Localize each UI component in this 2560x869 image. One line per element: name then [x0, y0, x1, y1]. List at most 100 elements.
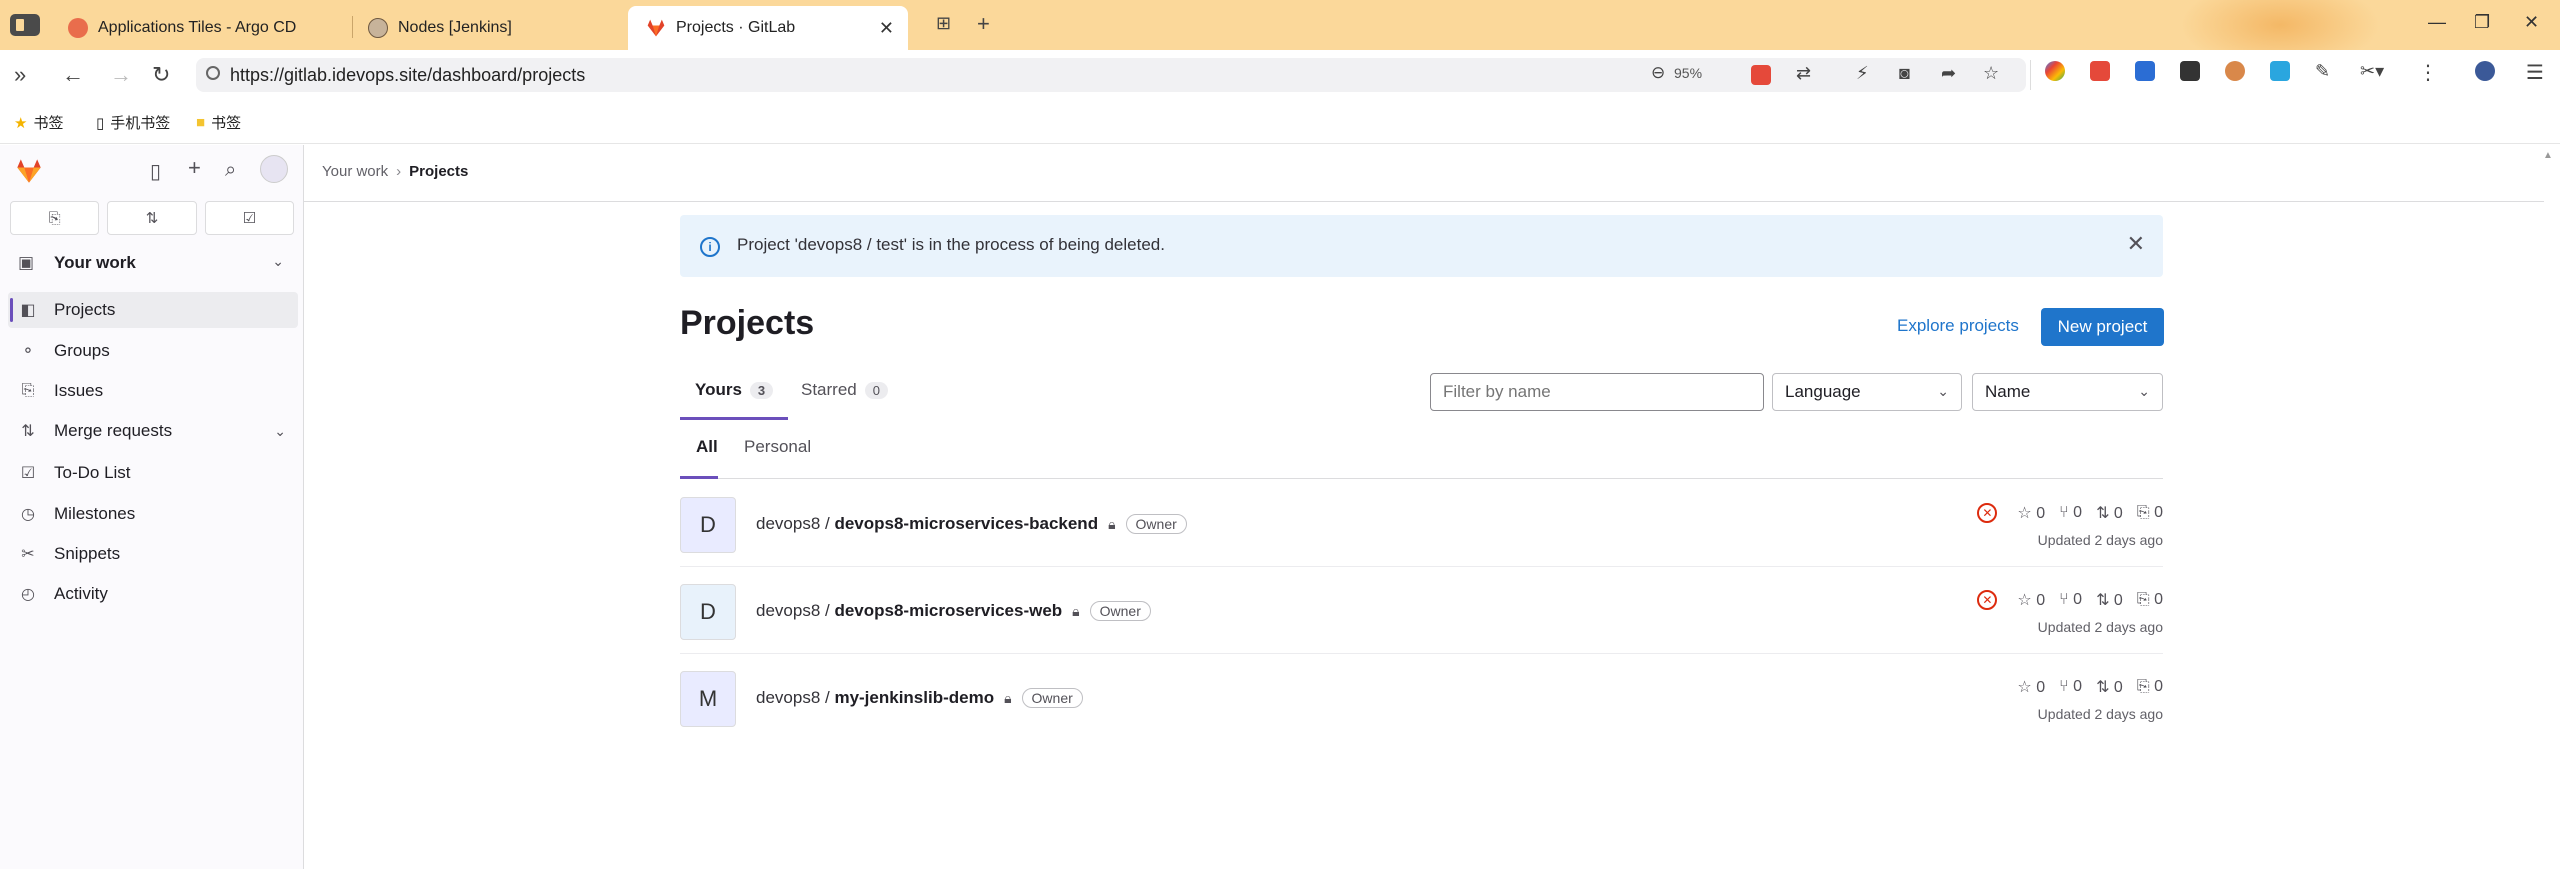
tab-close-icon[interactable]: ✕: [879, 18, 894, 39]
zoom-level[interactable]: 95%: [1674, 65, 1702, 81]
sidebar-expand-icon[interactable]: »: [14, 62, 26, 88]
sidebar-item-milestones[interactable]: ◷ Milestones: [8, 496, 298, 532]
stars-stat[interactable]: ☆ 0: [2017, 503, 2045, 523]
project-title[interactable]: devops8 / devops8-microservices-web 🔒︎ Own…: [756, 601, 1151, 621]
new-tab-icon[interactable]: +: [977, 11, 990, 37]
issues-count-button[interactable]: ⎘: [10, 201, 100, 235]
sort-select[interactable]: Name ⌄: [1972, 373, 2163, 411]
extension-icon[interactable]: [2135, 61, 2155, 81]
project-title[interactable]: devops8 / devops8-microservices-backend 🔒…: [756, 514, 1187, 534]
pipeline-failed-icon[interactable]: ✕: [1977, 590, 1998, 610]
screenshot-icon[interactable]: ◙: [1899, 63, 1910, 84]
page-title: Projects: [680, 304, 815, 342]
extension-icon[interactable]: ✎: [2315, 61, 2330, 82]
bookmark-item[interactable]: ★ 书签: [14, 112, 63, 133]
bookmark-item[interactable]: ▯ 手机书签: [96, 112, 170, 133]
tab-count-badge: 0: [864, 382, 888, 399]
forks-stat[interactable]: ⑂ 0: [2059, 504, 2082, 522]
pdf-extension-icon[interactable]: [2090, 61, 2110, 81]
profile-avatar-icon[interactable]: [2475, 61, 2495, 81]
forks-stat[interactable]: ⑂ 0: [2059, 591, 2082, 609]
breadcrumb-current[interactable]: Projects: [409, 163, 468, 180]
bookmark-star-icon[interactable]: ☆: [1983, 63, 1999, 84]
bookmark-label: 手机书签: [110, 115, 171, 132]
back-icon[interactable]: ←: [62, 62, 84, 88]
extension-icon[interactable]: [2270, 61, 2290, 81]
pipeline-failed-icon[interactable]: ✕: [1977, 503, 1998, 523]
merge-requests-stat[interactable]: ⇅ 0: [2096, 677, 2123, 697]
new-project-button[interactable]: New project: [2041, 308, 2164, 346]
scrollbar-up-arrow-icon[interactable]: ▲: [2543, 150, 2553, 161]
sidebar-toggle-icon[interactable]: ▯: [150, 159, 161, 184]
create-new-icon[interactable]: +: [188, 155, 201, 181]
extension-icon[interactable]: [2045, 61, 2065, 81]
sidebar-item-merge-requests[interactable]: ⇅ Merge requests ⌄: [8, 413, 298, 449]
address-bar[interactable]: https://gitlab.idevops.site/dashboard/pr…: [196, 58, 2026, 92]
sidebar-item-activity[interactable]: ◴ Activity: [8, 576, 298, 612]
sidebar-item-snippets[interactable]: ✂ Snippets: [8, 536, 298, 572]
extension-icon[interactable]: [2225, 61, 2245, 81]
restore-icon[interactable]: ❐: [2474, 12, 2490, 33]
project-avatar[interactable]: D: [680, 497, 736, 553]
project-name[interactable]: devops8-microservices-backend: [834, 514, 1098, 533]
tab-groups-icon[interactable]: ⊞: [936, 13, 951, 34]
explore-projects-link[interactable]: Explore projects: [1897, 316, 2019, 336]
issues-stat[interactable]: ⎘ 0: [2137, 504, 2163, 522]
merge-requests-count-button[interactable]: ⇅: [107, 201, 197, 235]
sidebar-item-projects[interactable]: ◧ Projects: [8, 292, 298, 328]
forward-icon[interactable]: →: [110, 62, 132, 88]
sidebar-section-your-work[interactable]: ▣ Your work ⌄: [8, 245, 296, 281]
lightning-icon[interactable]: ⚡: [1856, 63, 1869, 84]
forks-stat[interactable]: ⑂ 0: [2059, 678, 2082, 696]
merge-requests-stat[interactable]: ⇅ 0: [2096, 503, 2123, 523]
alert-close-icon[interactable]: ✕: [2127, 231, 2145, 257]
sidebar-item-todo-list[interactable]: ☑ To-Do List: [8, 455, 298, 491]
project-title[interactable]: devops8 / my-jenkinslib-demo 🔒︎ Owner: [756, 688, 1083, 708]
url-text[interactable]: https://gitlab.idevops.site/dashboard/pr…: [230, 65, 585, 86]
sidebar-item-groups[interactable]: ⚬ Groups: [8, 333, 298, 369]
browser-tab-gitlab[interactable]: Projects · GitLab ✕: [628, 6, 908, 50]
search-icon[interactable]: ⌕: [225, 159, 236, 182]
user-avatar[interactable]: [260, 155, 288, 183]
bookmark-item[interactable]: ■ 书签: [196, 112, 241, 133]
toolbar-divider: [2030, 60, 2031, 90]
project-row[interactable]: M devops8 / my-jenkinslib-demo 🔒︎ Owner ☆ …: [680, 654, 2163, 741]
reload-icon[interactable]: ↻: [152, 62, 170, 88]
window-close-icon[interactable]: ✕: [2524, 12, 2539, 33]
browser-tab-argocd[interactable]: Applications Tiles - Argo CD: [50, 6, 380, 50]
tab-yours[interactable]: Yours 3: [695, 380, 774, 400]
stars-stat[interactable]: ☆ 0: [2017, 677, 2045, 697]
subtab-personal[interactable]: Personal: [744, 437, 811, 457]
project-name[interactable]: my-jenkinslib-demo: [834, 688, 994, 707]
updated-time: Updated 2 days ago: [2037, 532, 2163, 548]
tab-starred[interactable]: Starred 0: [801, 380, 888, 400]
gitlab-logo-icon[interactable]: [14, 157, 44, 185]
project-name[interactable]: devops8-microservices-web: [834, 601, 1062, 620]
scissors-icon[interactable]: ✂▾: [2360, 61, 2384, 82]
qr-code-icon[interactable]: [2180, 61, 2200, 81]
issues-stat[interactable]: ⎘ 0: [2137, 591, 2163, 609]
filter-by-name-input[interactable]: [1430, 373, 1764, 411]
project-row[interactable]: D devops8 / devops8-microservices-backen…: [680, 480, 2163, 567]
browser-tab-jenkins[interactable]: Nodes [Jenkins]: [350, 6, 630, 50]
stars-stat[interactable]: ☆ 0: [2017, 590, 2045, 610]
sidebar-item-issues[interactable]: ⎘ Issues: [8, 373, 298, 409]
breadcrumb-link[interactable]: Your work: [322, 163, 388, 180]
reader-icon[interactable]: [1751, 65, 1771, 85]
tab-sidebar-toggle-icon[interactable]: [10, 14, 40, 36]
menu-icon[interactable]: ☰: [2526, 60, 2544, 85]
project-row[interactable]: D devops8 / devops8-microservices-web 🔒︎ O…: [680, 567, 2163, 654]
translate-icon[interactable]: ⇄: [1796, 63, 1811, 84]
role-badge: Owner: [1125, 514, 1187, 534]
issues-stat[interactable]: ⎘ 0: [2137, 678, 2163, 696]
merge-requests-stat[interactable]: ⇅ 0: [2096, 590, 2123, 610]
project-avatar[interactable]: M: [680, 671, 736, 727]
minimize-icon[interactable]: —: [2428, 12, 2446, 33]
todos-count-button[interactable]: ☑: [204, 201, 294, 235]
subtab-all[interactable]: All: [696, 437, 718, 457]
zoom-out-icon[interactable]: ⊖: [1651, 63, 1665, 83]
more-vertical-icon[interactable]: ⋮: [2418, 60, 2438, 85]
language-select[interactable]: Language ⌄: [1772, 373, 1962, 411]
share-icon[interactable]: ➦: [1941, 63, 1956, 84]
project-avatar[interactable]: D: [680, 584, 736, 640]
